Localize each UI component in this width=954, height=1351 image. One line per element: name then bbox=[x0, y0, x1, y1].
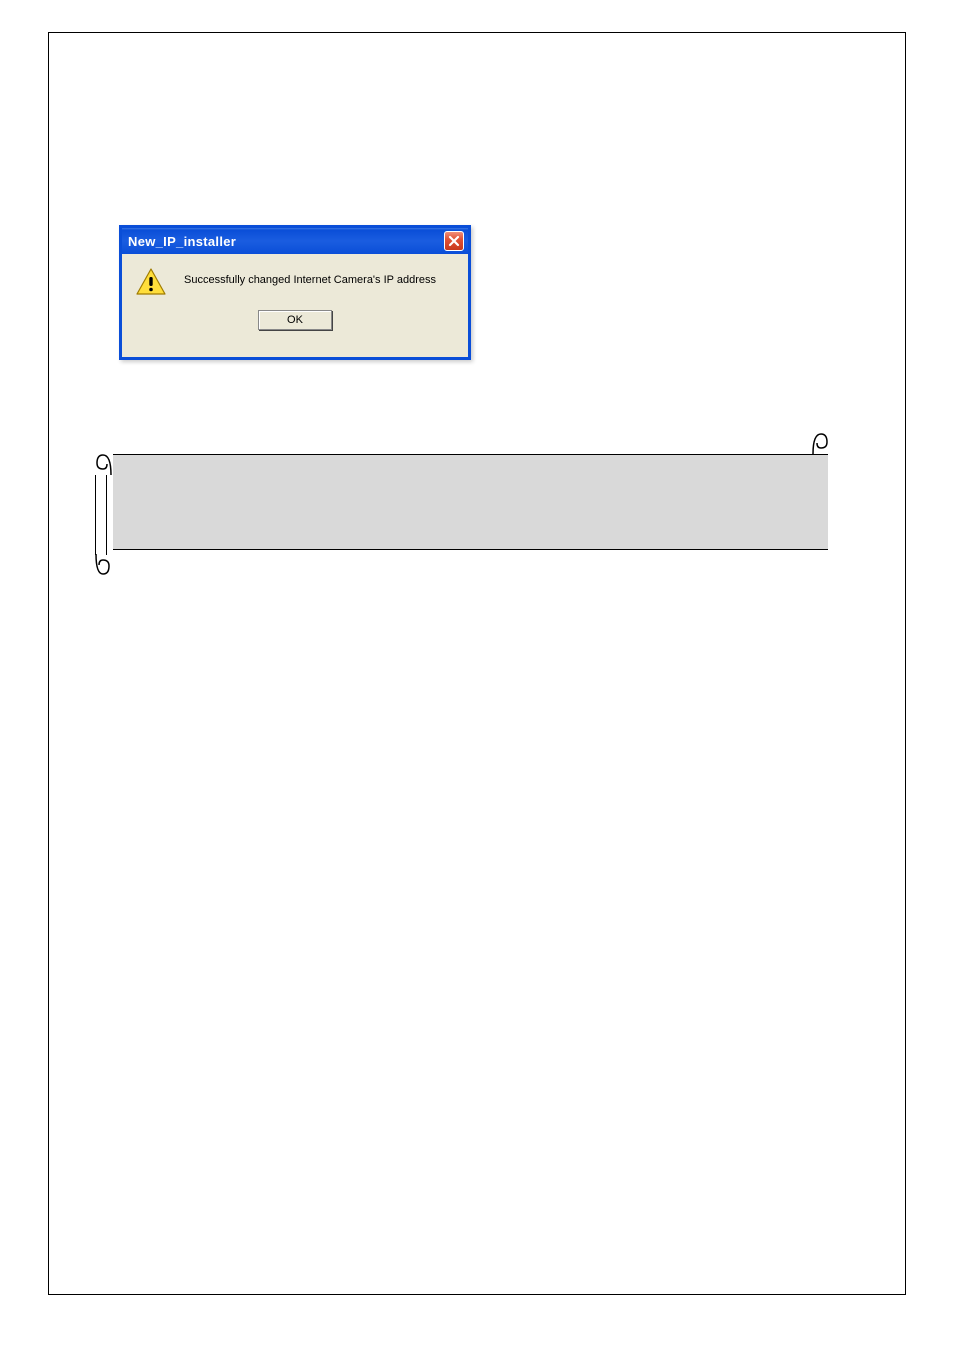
scroll-curl-icon bbox=[95, 451, 113, 477]
dialog-title: New_IP_installer bbox=[128, 234, 236, 249]
scroll-banner bbox=[95, 430, 835, 575]
dialog-message: Successfully changed Internet Camera's I… bbox=[184, 268, 436, 286]
warning-icon bbox=[136, 268, 166, 296]
ok-button[interactable]: OK bbox=[258, 310, 332, 330]
scroll-curl-icon bbox=[95, 552, 113, 578]
scroll-body bbox=[113, 454, 828, 550]
titlebar: New_IP_installer bbox=[122, 228, 468, 254]
page-border bbox=[48, 32, 906, 1295]
close-icon bbox=[447, 234, 461, 248]
scroll-rod bbox=[95, 475, 107, 555]
dialog-footer: OK bbox=[122, 296, 468, 330]
dialog-window: New_IP_installer Successfully changed In… bbox=[119, 225, 471, 360]
dialog-body: Successfully changed Internet Camera's I… bbox=[122, 254, 468, 296]
scroll-curl-icon bbox=[811, 430, 829, 456]
close-button[interactable] bbox=[444, 231, 464, 251]
